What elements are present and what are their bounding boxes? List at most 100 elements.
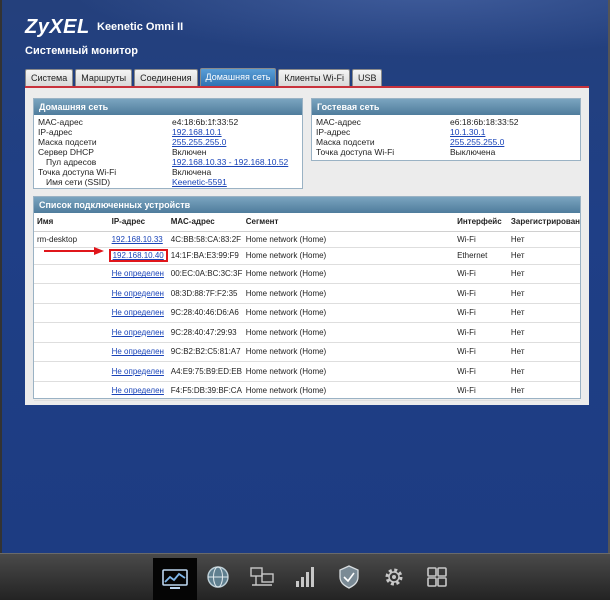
device-mac: 00:EC:0A:BC:3C:3F bbox=[167, 264, 243, 284]
device-ip-link[interactable]: 192.168.10.40 bbox=[113, 251, 164, 260]
dock-wifi-button[interactable] bbox=[287, 559, 323, 595]
tab-system[interactable]: Система bbox=[25, 69, 74, 86]
device-interface: Wi-Fi bbox=[454, 231, 508, 248]
device-registered: Нет bbox=[507, 303, 580, 323]
kv-key: Пул адресов bbox=[46, 157, 97, 167]
device-ip-link[interactable]: Не определен bbox=[108, 283, 168, 304]
guest-mask-link[interactable]: 255.255.255.0 bbox=[450, 137, 504, 147]
device-registered: Нет bbox=[507, 247, 580, 265]
kv-row: МАС-адрес e6:18:6b:18:33:52 bbox=[312, 117, 580, 127]
dock-monitor-button[interactable] bbox=[153, 558, 197, 600]
kv-key: МАС-адрес bbox=[38, 117, 83, 127]
device-segment: Home network (Home) bbox=[242, 342, 455, 362]
table-row: 192.168.10.40 14:1F:BA:E3:99:F9 Home net… bbox=[34, 247, 580, 265]
device-mac: F4:F5:DB:39:BF:CA bbox=[167, 381, 243, 401]
device-mac: 4C:BB:58:CA:83:2F bbox=[167, 231, 243, 248]
kv-row: Точка доступа Wi-Fi Выключена bbox=[312, 147, 580, 157]
device-name bbox=[34, 283, 109, 304]
tab-routes[interactable]: Маршруты bbox=[75, 69, 133, 86]
device-ip-link[interactable]: Не определен bbox=[108, 381, 168, 401]
shield-icon bbox=[339, 565, 359, 589]
guest-network-title: Гостевая сеть bbox=[312, 99, 580, 115]
column-header-name: Имя bbox=[34, 213, 109, 232]
dock-home-network-button[interactable] bbox=[244, 559, 280, 595]
kv-value: e4:18:6b:1f:33:52 bbox=[172, 117, 239, 127]
kv-key: Точка доступа Wi-Fi bbox=[38, 167, 117, 177]
device-ip-link[interactable]: Не определен bbox=[108, 322, 168, 343]
guest-network-box: Гостевая сеть МАС-адрес e6:18:6b:18:33:52… bbox=[311, 98, 581, 161]
device-segment: Home network (Home) bbox=[242, 247, 455, 265]
globe-icon bbox=[207, 566, 229, 588]
tab-bar: Система Маршруты Соединения Домашняя сет… bbox=[25, 68, 384, 86]
column-header-mac: МАС-адрес bbox=[167, 213, 243, 232]
device-ip-link[interactable]: Не определен bbox=[108, 303, 168, 323]
devices-table: Имя IP-адрес МАС-адрес Сегмент Интерфейс… bbox=[34, 213, 580, 401]
home-network-box: Домашняя сеть МАС-адрес e4:18:6b:1f:33:52… bbox=[33, 98, 303, 189]
home-network-title: Домашняя сеть bbox=[34, 99, 302, 115]
table-row: Не определен 00:EC:0A:BC:3C:3F Home netw… bbox=[34, 264, 580, 284]
kv-value: Включена bbox=[172, 167, 212, 177]
device-ip-link[interactable]: Не определен bbox=[108, 342, 168, 362]
kv-row: IP-адрес 10.1.30.1 bbox=[312, 127, 580, 137]
tab-wifi-clients[interactable]: Клиенты Wi-Fi bbox=[278, 69, 350, 86]
device-interface: Wi-Fi bbox=[454, 361, 508, 382]
kv-key: Маска подсети bbox=[316, 137, 375, 147]
device-ip-cell: 192.168.10.40 bbox=[108, 247, 168, 265]
kv-key: Имя сети (SSID) bbox=[46, 177, 111, 187]
brand-logo: ZyXEL bbox=[25, 16, 90, 38]
dock-internet-button[interactable] bbox=[200, 559, 236, 595]
address-pool-link[interactable]: 192.168.10.33 - 192.168.10.52 bbox=[172, 157, 288, 167]
kv-key: Сервер DHCP bbox=[38, 147, 94, 157]
ssid-link[interactable]: Keenetic-5591 bbox=[172, 177, 227, 187]
device-name bbox=[34, 381, 109, 401]
device-ip-link[interactable]: Не определен bbox=[108, 361, 168, 382]
device-registered: Нет bbox=[507, 231, 580, 248]
device-ip-link[interactable]: 192.168.10.33 bbox=[108, 231, 168, 248]
kv-key: Маска подсети bbox=[38, 137, 97, 147]
device-registered: Нет bbox=[507, 322, 580, 343]
device-segment: Home network (Home) bbox=[242, 381, 455, 401]
dock-system-button[interactable] bbox=[376, 559, 412, 595]
device-name bbox=[34, 264, 109, 284]
content-panel: Домашняя сеть МАС-адрес e4:18:6b:1f:33:52… bbox=[25, 86, 589, 405]
device-segment: Home network (Home) bbox=[242, 231, 455, 248]
kv-row: Пул адресов 192.168.10.33 - 192.168.10.52 bbox=[34, 157, 302, 167]
devices-title: Список подключенных устройств bbox=[34, 197, 580, 213]
highlight-box: 192.168.10.40 bbox=[108, 249, 168, 262]
signal-bars-icon bbox=[296, 567, 314, 587]
device-name bbox=[34, 342, 109, 362]
kv-row: Сервер DHCP Включен bbox=[34, 147, 302, 157]
dock-security-button[interactable] bbox=[331, 559, 367, 595]
page-title: Системный монитор bbox=[25, 45, 138, 57]
device-registered: Нет bbox=[507, 264, 580, 284]
kv-value: Включен bbox=[172, 147, 207, 157]
bottom-dock bbox=[0, 553, 610, 600]
router-app-window: ZyXEL Keenetic Omni II Системный монитор… bbox=[0, 0, 610, 553]
tab-connections[interactable]: Соединения bbox=[134, 69, 198, 86]
ip-address-link[interactable]: 192.168.10.1 bbox=[172, 127, 222, 137]
kv-row: МАС-адрес e4:18:6b:1f:33:52 bbox=[34, 117, 302, 127]
tab-home-network[interactable]: Домашняя сеть bbox=[199, 68, 277, 86]
dock-apps-button[interactable] bbox=[419, 559, 455, 595]
column-header-ip: IP-адрес bbox=[108, 213, 168, 232]
gear-icon bbox=[385, 568, 403, 586]
guest-ip-link[interactable]: 10.1.30.1 bbox=[450, 127, 485, 137]
table-row: Не определен 9C:B2:B2:C5:81:A7 Home netw… bbox=[34, 342, 580, 362]
device-interface: Wi-Fi bbox=[454, 381, 508, 401]
device-name: rm-desktop bbox=[34, 231, 109, 248]
kv-key: IP-адрес bbox=[316, 127, 351, 137]
device-ip-link[interactable]: Не определен bbox=[108, 264, 168, 284]
column-header-segment: Сегмент bbox=[242, 213, 455, 232]
device-segment: Home network (Home) bbox=[242, 322, 455, 343]
annotation-arrow-icon bbox=[44, 247, 104, 255]
subnet-mask-link[interactable]: 255.255.255.0 bbox=[172, 137, 226, 147]
tab-usb[interactable]: USB bbox=[351, 69, 383, 86]
monitor-chart-icon bbox=[162, 568, 188, 589]
table-row: Не определен 08:3D:88:7F:F2:35 Home netw… bbox=[34, 283, 580, 304]
table-row: Не определен 9C:28:40:46:D6:A6 Home netw… bbox=[34, 303, 580, 323]
kv-key: IP-адрес bbox=[38, 127, 73, 137]
device-mac: A4:E9:75:B9:ED:EB bbox=[167, 361, 243, 382]
model-name: Keenetic Omni II bbox=[97, 21, 184, 33]
device-mac: 9C:B2:B2:C5:81:A7 bbox=[167, 342, 243, 362]
device-name bbox=[34, 303, 109, 323]
